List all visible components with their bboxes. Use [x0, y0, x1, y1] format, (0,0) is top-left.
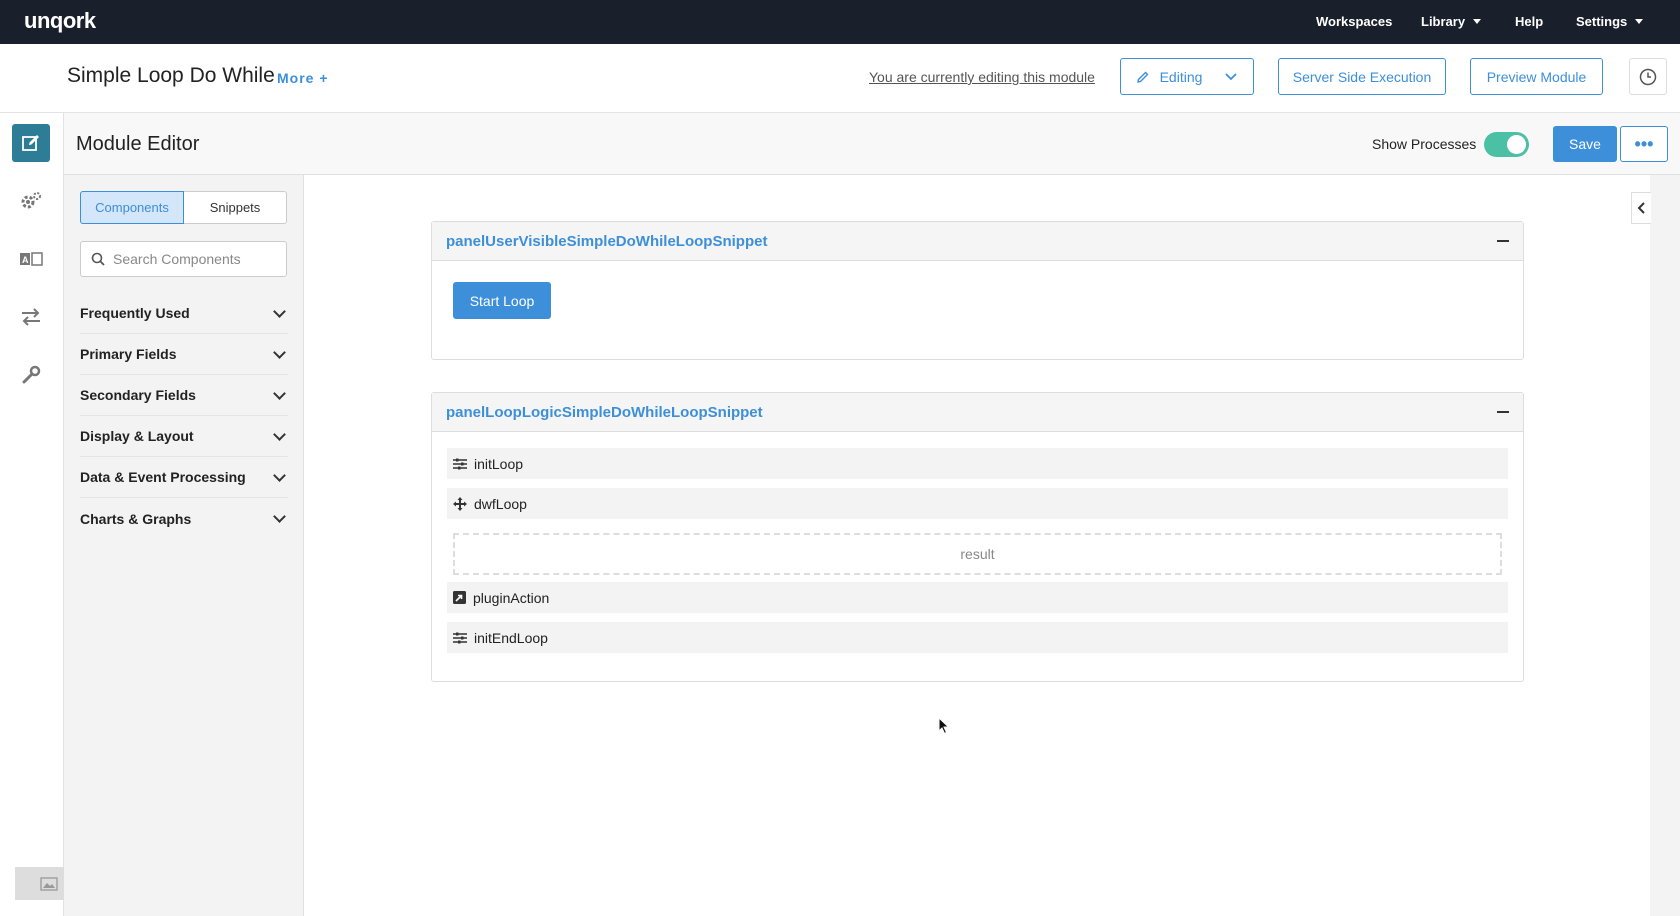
dropzone-label: result [960, 546, 995, 562]
category-label: Frequently Used [80, 305, 190, 321]
category-charts-graphs[interactable]: Charts & Graphs [80, 498, 288, 539]
mouse-cursor-icon [938, 717, 950, 735]
search-components-input[interactable]: Search Components [80, 241, 287, 277]
rail-data-button[interactable] [12, 298, 50, 336]
rail-settings-button[interactable] [12, 182, 50, 220]
move-icon [453, 496, 467, 511]
collapse-right-button[interactable] [1631, 192, 1651, 224]
result-dropzone[interactable]: result [453, 533, 1502, 575]
nav-help[interactable]: Help [1515, 14, 1543, 29]
chevron-down-icon [1225, 72, 1238, 80]
plugin-icon [453, 591, 466, 604]
svg-text:A: A [22, 255, 29, 265]
right-strip [1650, 175, 1680, 916]
toggle-knob [1507, 135, 1526, 154]
component-label: pluginAction [473, 589, 550, 606]
category-label: Display & Layout [80, 428, 194, 444]
category-frequently-used[interactable]: Frequently Used [80, 293, 288, 334]
category-display-layout[interactable]: Display & Layout [80, 416, 288, 457]
chevron-down-icon [273, 468, 286, 482]
editing-label: Editing [1159, 68, 1203, 85]
history-button[interactable] [1629, 58, 1667, 95]
category-list: Frequently Used Primary Fields Secondary… [64, 293, 304, 539]
chevron-down-icon [273, 510, 286, 523]
nav-library[interactable]: Library [1421, 14, 1482, 29]
swap-arrows-icon [22, 308, 40, 326]
left-rail: A [0, 113, 82, 916]
panel-user-visible[interactable]: panelUserVisibleSimpleDoWhileLoopSnippet… [431, 221, 1524, 360]
panel-loop-logic[interactable]: panelLoopLogicSimpleDoWhileLoopSnippet i… [431, 392, 1524, 682]
component-label: initLoop [474, 455, 524, 472]
rail-tools-button[interactable] [12, 356, 50, 394]
category-label: Primary Fields [80, 346, 177, 362]
show-processes-label: Show Processes [1372, 136, 1477, 152]
editing-dropdown[interactable]: Editing [1120, 58, 1254, 95]
collapse-panel-icon[interactable] [1497, 411, 1509, 413]
chevron-down-icon [273, 304, 286, 318]
category-primary-fields[interactable]: Primary Fields [80, 334, 288, 375]
search-placeholder: Search Components [113, 251, 241, 267]
pencil-icon [1136, 71, 1149, 83]
logo[interactable]: unqork [24, 8, 96, 34]
start-loop-button[interactable]: Start Loop [453, 282, 551, 319]
category-secondary-fields[interactable]: Secondary Fields [80, 375, 288, 416]
panel-tabs: Components Snippets [80, 191, 287, 224]
component-label: dwfLoop [474, 495, 527, 512]
nav-settings[interactable]: Settings [1576, 14, 1644, 29]
panel-header: panelLoopLogicSimpleDoWhileLoopSnippet [432, 393, 1523, 432]
edit-icon [22, 135, 39, 151]
wrench-icon [22, 365, 41, 384]
caret-down-icon [1473, 19, 1482, 24]
chevron-down-icon [273, 386, 286, 400]
editor-title: Module Editor [76, 133, 200, 155]
category-label: Charts & Graphs [80, 510, 192, 527]
translate-icon: A [20, 252, 43, 266]
sliders-icon [453, 632, 467, 643]
category-label: Secondary Fields [80, 387, 196, 403]
component-label: initEndLoop [474, 629, 548, 646]
chevron-down-icon [273, 427, 286, 441]
nav-workspaces[interactable]: Workspaces [1316, 14, 1392, 29]
preview-module-button[interactable]: Preview Module [1470, 58, 1603, 95]
panel-title[interactable]: panelUserVisibleSimpleDoWhileLoopSnippet [446, 233, 767, 250]
caret-down-icon [1635, 19, 1644, 24]
chevron-down-icon [273, 345, 286, 359]
tab-components[interactable]: Components [80, 191, 184, 224]
module-bar: Simple Loop Do While More + You are curr… [0, 44, 1680, 113]
nav-library-label: Library [1421, 14, 1466, 29]
gears-icon [21, 192, 41, 209]
clock-icon [1639, 68, 1657, 85]
save-button[interactable]: Save [1553, 126, 1617, 162]
nav-help-label: Help [1515, 14, 1544, 29]
show-processes-toggle[interactable] [1484, 132, 1529, 157]
server-side-label: Server Side Execution [1292, 68, 1432, 85]
more-link[interactable]: More + [277, 70, 329, 86]
preview-label: Preview Module [1486, 68, 1587, 85]
server-side-execution-button[interactable]: Server Side Execution [1278, 58, 1446, 95]
panel-title[interactable]: panelLoopLogicSimpleDoWhileLoopSnippet [446, 404, 763, 421]
component-initloop[interactable]: initLoop [447, 448, 1508, 479]
editor-bar: Module Editor Show Processes Save ••• [64, 113, 1680, 175]
category-label: Data & Event Processing [80, 469, 246, 485]
component-initendloop[interactable]: initEndLoop [447, 622, 1508, 653]
nav-workspaces-label: Workspaces [1316, 14, 1393, 29]
nav-settings-label: Settings [1576, 14, 1628, 29]
module-title: Simple Loop Do While [67, 64, 275, 87]
components-panel: Components Snippets Search Components Fr… [64, 175, 304, 916]
rail-editor-button[interactable] [12, 124, 50, 162]
collapse-panel-icon[interactable] [1497, 240, 1509, 242]
image-icon [39, 876, 58, 891]
search-icon [91, 252, 105, 266]
component-dwfloop[interactable]: dwfLoop [447, 488, 1508, 519]
tab-snippets[interactable]: Snippets [184, 191, 287, 224]
more-options-button[interactable]: ••• [1620, 126, 1668, 162]
chevron-left-icon [1637, 202, 1645, 214]
component-pluginaction[interactable]: pluginAction [447, 582, 1508, 613]
top-nav: unqork Workspaces Library Help Settings [0, 0, 1680, 44]
rail-translations-button[interactable]: A [12, 240, 50, 278]
editing-note-link[interactable]: You are currently editing this module [869, 69, 1095, 85]
panel-header: panelUserVisibleSimpleDoWhileLoopSnippet [432, 222, 1523, 261]
category-data-event-processing[interactable]: Data & Event Processing [80, 457, 288, 498]
sliders-icon [453, 458, 467, 469]
